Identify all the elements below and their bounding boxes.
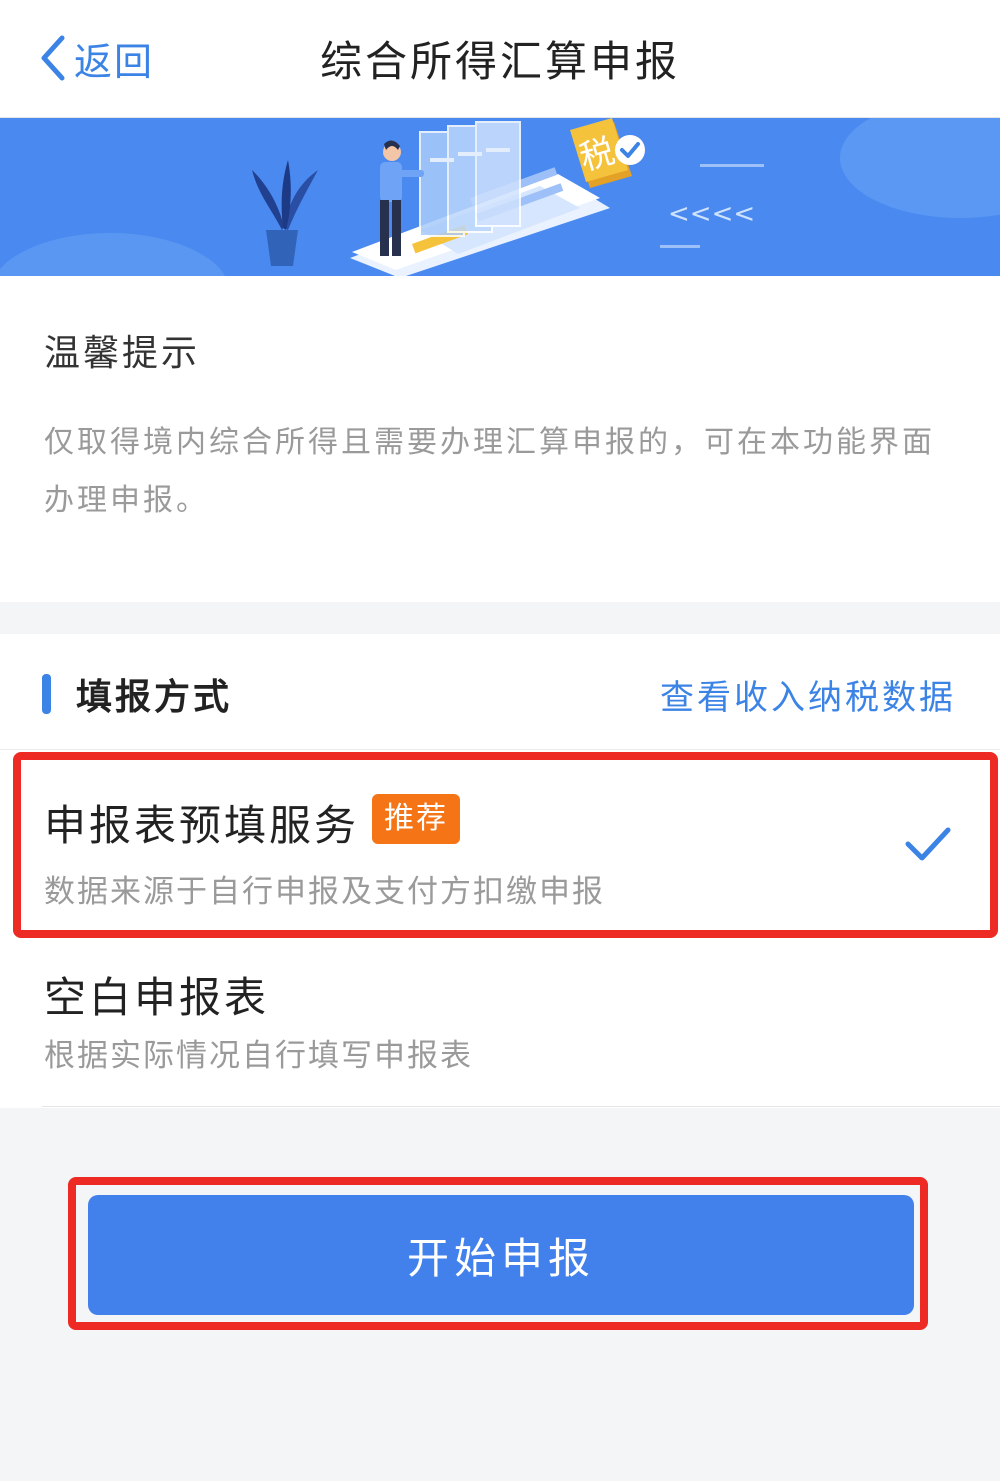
tip-section: 温馨提示 仅取得境内综合所得且需要办理汇算申报的，可在本功能界面办理申报。 [0,276,1000,602]
option-prefill-service[interactable]: 申报表预填服务 推荐 数据来源于自行申报及支付方扣缴申报 [0,752,1000,936]
page-title: 综合所得汇算申报 [319,37,680,86]
banner-illustration: 税 <<<< [0,118,1000,276]
view-income-tax-data-link[interactable]: 查看收入纳税数据 [660,670,956,719]
option-blank-form[interactable]: 空白申报表 根据实际情况自行填写申报表 [0,936,1000,1108]
filing-method-section: 填报方式 查看收入纳税数据 申报表预填服务 推荐 数据来源于自行申报及支付方扣缴… [0,634,1000,1108]
tip-title: 温馨提示 [44,333,201,374]
start-filing-button[interactable]: 开始申报 [88,1195,914,1315]
section-header: 填报方式 查看收入纳税数据 [0,634,1000,750]
arrows-decoration: <<<< [668,199,755,229]
tax-illustration: 税 <<<< [0,118,1000,276]
recommend-badge: 推荐 [372,794,460,844]
documents-icon [419,121,521,237]
tip-text: 仅取得境内综合所得且需要办理汇算申报的，可在本功能界面办理申报。 [44,425,935,518]
divider [42,1106,1000,1107]
section-accent-bar [42,674,51,714]
nav-bar: 返回 综合所得汇算申报 [0,0,1000,118]
section-title: 填报方式 [76,677,233,718]
option-subtitle: 根据实际情况自行填写申报表 [44,1038,473,1074]
tax-badge-icon: 税 [570,118,645,188]
option-title: 申报表预填服务 [44,801,360,850]
option-title: 空白申报表 [44,973,270,1022]
check-icon [905,827,951,861]
option-subtitle: 数据来源于自行申报及支付方扣缴申报 [44,874,605,910]
plant-icon [252,160,318,266]
